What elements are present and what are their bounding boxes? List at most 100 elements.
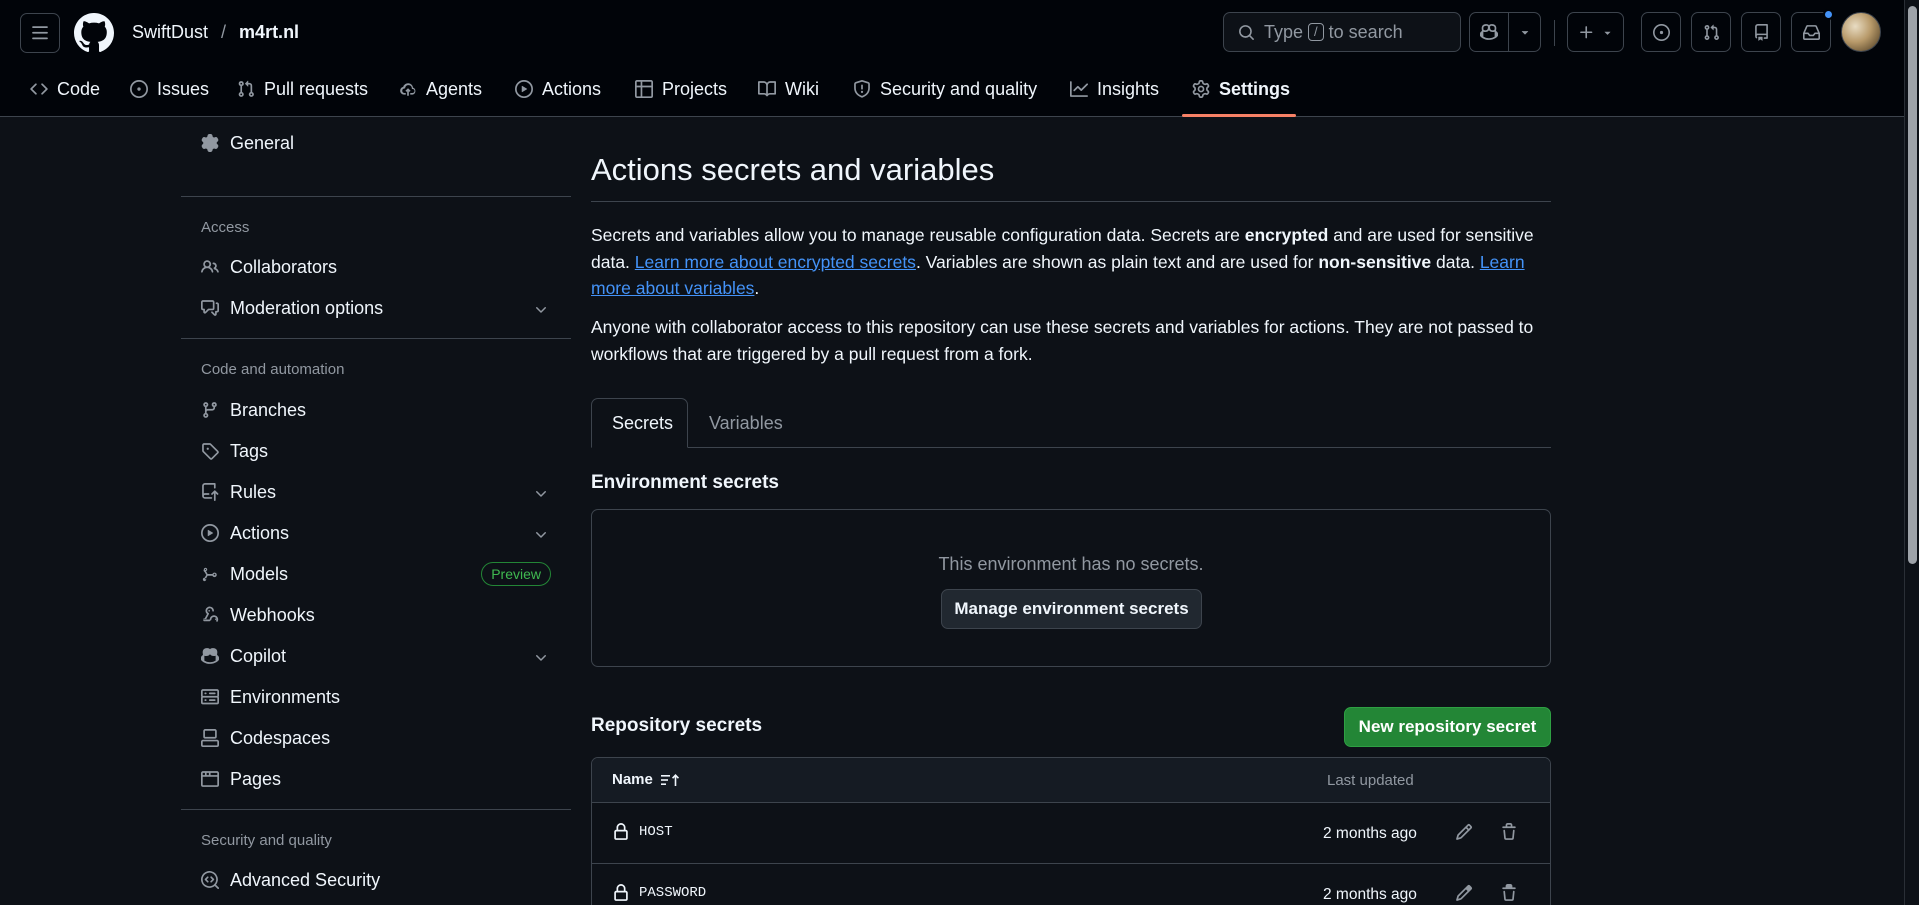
trash-icon: [1502, 884, 1516, 901]
tab-wiki[interactable]: Wiki: [750, 74, 827, 104]
your-issues-button[interactable]: [1641, 12, 1681, 52]
open-menu-button[interactable]: [20, 13, 60, 53]
tab-settings-label: Settings: [1219, 78, 1291, 99]
sidebar-divider: [181, 338, 571, 339]
tab-projects[interactable]: Projects: [627, 74, 735, 104]
codescan-icon: [201, 871, 219, 889]
sidebar-item-label: Advanced Security: [230, 869, 381, 890]
repo-link[interactable]: m4rt.nl: [239, 22, 299, 43]
pull-request-icon: [238, 80, 254, 97]
manage-environment-secrets-button[interactable]: Manage environment secrets: [941, 589, 1202, 629]
tab-security-label: Security and quality: [880, 78, 1038, 99]
play-icon: [515, 80, 533, 98]
search-icon: [1239, 24, 1254, 40]
sidebar-item-label: General: [230, 132, 295, 153]
tab-security[interactable]: Security and quality: [845, 74, 1045, 104]
tab-pull-requests[interactable]: Pull requests: [229, 74, 376, 104]
sidebar-item-actions[interactable]: Actions: [181, 515, 571, 551]
empty-state-text: This environment has no secrets.: [938, 554, 1204, 574]
lock-icon: [614, 884, 628, 901]
page-scrollbar[interactable]: [1904, 0, 1919, 905]
sidebar-item-pages[interactable]: Pages: [181, 761, 571, 797]
search-placeholder-after: to search: [1328, 21, 1403, 42]
triangle-down-icon: [1521, 31, 1528, 35]
repositories-button[interactable]: [1741, 12, 1781, 52]
sidebar-item-label: Pages: [230, 768, 282, 789]
sidebar-item-copilot[interactable]: Copilot: [181, 638, 571, 674]
tab-insights[interactable]: Insights: [1062, 74, 1167, 104]
learn-more-secrets-link[interactable]: Learn more about encrypted secrets: [635, 252, 916, 272]
intro-text: data.: [1431, 251, 1480, 272]
sidebar-item-branches[interactable]: Branches: [181, 392, 571, 428]
edit-secret-button[interactable]: [1455, 884, 1473, 902]
your-pull-requests-button[interactable]: [1691, 12, 1731, 52]
server-icon: [201, 689, 219, 705]
copilot-menu-button[interactable]: [1508, 12, 1541, 52]
lock-icon: [614, 823, 628, 840]
sort-by-name-button[interactable]: Name: [612, 771, 681, 788]
new-repository-secret-button[interactable]: New repository secret: [1344, 707, 1551, 747]
sidebar-item-rules[interactable]: Rules: [181, 474, 571, 510]
secret-updated: 2 months ago: [1323, 825, 1417, 842]
tab-actions[interactable]: Actions: [507, 74, 609, 104]
repository-secrets-heading: Repository secrets: [591, 715, 763, 736]
edit-secret-button[interactable]: [1455, 823, 1473, 841]
secrets-variables-tabs: Secrets Variables: [591, 398, 1551, 448]
gear-icon: [1192, 80, 1210, 98]
tab-code[interactable]: Code: [22, 74, 108, 104]
owner-link[interactable]: SwiftDust: [132, 22, 208, 43]
create-new-button[interactable]: [1567, 12, 1624, 52]
tab-secrets[interactable]: Secrets: [591, 398, 688, 448]
secret-name-cell: HOST: [612, 823, 673, 841]
sidebar-item-advanced-security[interactable]: Advanced Security: [181, 862, 571, 898]
copilot-button[interactable]: [1469, 12, 1509, 52]
tab-insights-label: Insights: [1097, 78, 1160, 99]
user-avatar[interactable]: [1841, 12, 1881, 52]
pull-request-icon: [1704, 24, 1719, 40]
copilot-icon: [201, 648, 219, 664]
sidebar-item-environments[interactable]: Environments: [181, 679, 571, 715]
tab-settings[interactable]: Settings: [1184, 74, 1298, 104]
intro-text: . Variables are shown as plain text and …: [915, 251, 1319, 272]
environment-secrets-panel: This environment has no secrets. Manage …: [591, 509, 1551, 667]
intro-text: Secrets and variables allow you to manag…: [591, 225, 1245, 245]
tag-icon: [202, 443, 219, 460]
sidebar-item-general[interactable]: General: [181, 118, 571, 168]
sidebar-item-label: Models: [230, 563, 289, 584]
shield-icon: [854, 80, 870, 98]
plus-icon: [1579, 25, 1592, 38]
gear-icon: [201, 134, 219, 152]
sidebar-item-models[interactable]: Models Preview: [181, 556, 571, 592]
play-icon: [201, 524, 219, 542]
sidebar-item-moderation[interactable]: Moderation options: [181, 290, 571, 326]
book-icon: [758, 81, 776, 97]
environment-secrets-heading: Environment secrets: [591, 472, 779, 493]
sidebar-item-tags[interactable]: Tags: [181, 433, 571, 469]
sidebar-heading-code: Code and automation: [201, 361, 345, 378]
delete-secret-button[interactable]: [1500, 823, 1518, 841]
sidebar-item-collaborators[interactable]: Collaborators: [181, 249, 571, 285]
delete-secret-button[interactable]: [1500, 884, 1518, 902]
people-icon: [201, 260, 219, 273]
code-icon: [30, 83, 48, 95]
tab-issues-label: Issues: [157, 78, 210, 99]
codespaces-icon: [201, 729, 219, 747]
app-header: SwiftDust / m4rt.nl Type / to search Cod…: [0, 0, 1904, 117]
tab-variables[interactable]: Variables: [689, 398, 803, 448]
search-input[interactable]: Type / to search: [1223, 12, 1461, 52]
unread-indicator: [1823, 9, 1834, 20]
tab-agents[interactable]: Agents: [391, 74, 490, 104]
table-row: HOST 2 months ago: [592, 803, 1550, 864]
sidebar-item-webhooks[interactable]: Webhooks: [181, 597, 571, 633]
ai-model-icon: [202, 567, 217, 582]
sidebar-divider: [181, 196, 571, 197]
tab-issues[interactable]: Issues: [122, 74, 217, 104]
column-last-updated-header: Last updated: [1327, 772, 1414, 789]
scrollbar-thumb[interactable]: [1908, 6, 1917, 564]
sidebar-item-codespaces[interactable]: Codespaces: [181, 720, 571, 756]
webhook-icon: [203, 606, 219, 622]
chevron-down-icon: [536, 532, 546, 538]
github-logo-icon[interactable]: [74, 13, 114, 53]
repository-secrets-table: Name Last updated HOST 2 months ago PASS…: [591, 757, 1551, 905]
agent-icon: [400, 83, 416, 96]
